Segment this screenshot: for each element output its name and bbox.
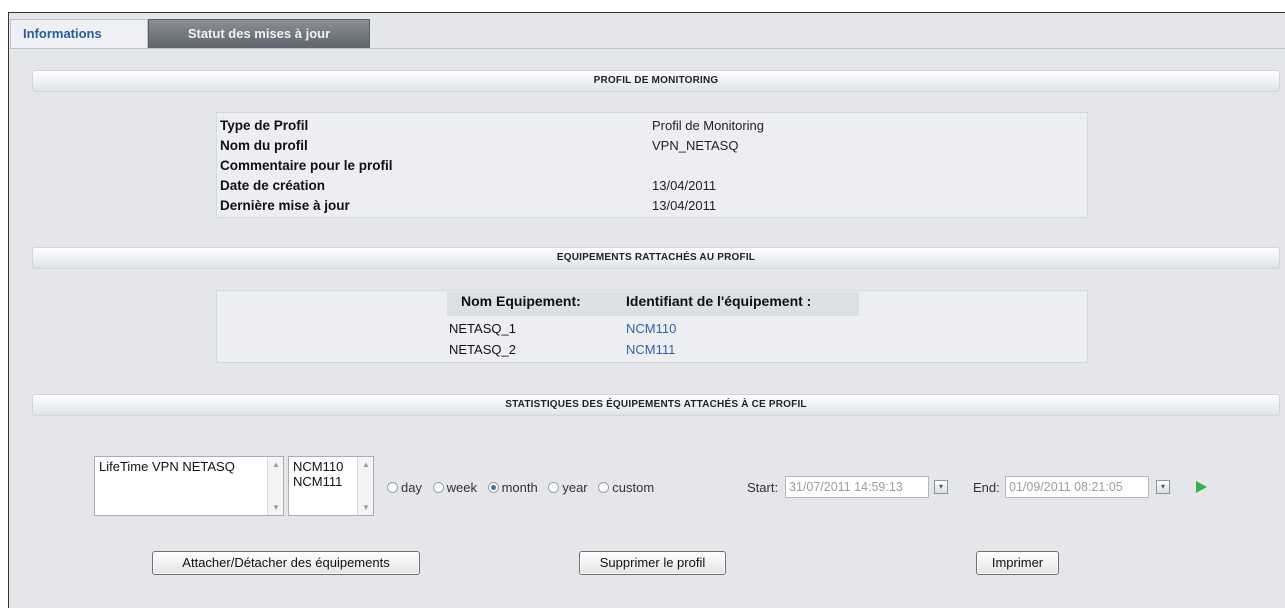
equipment-id-link[interactable]: NCM110 <box>626 321 676 336</box>
attach-detach-button[interactable]: Attacher/Détacher des équipements <box>152 551 420 575</box>
info-label: Commentaire pour le profil <box>220 158 393 173</box>
radio-day[interactable] <box>387 482 398 493</box>
info-value: 13/04/2011 <box>652 198 717 213</box>
graph-listbox[interactable]: LifeTime VPN NETASQ ▲ ▼ <box>94 456 284 516</box>
scroll-up-icon[interactable]: ▲ <box>272 460 280 469</box>
start-date-input[interactable]: 31/07/2011 14:59:13 <box>785 476 929 498</box>
tab-informations[interactable]: Informations <box>10 19 148 49</box>
col-header-identifiant: Identifiant de l'équipement : <box>626 293 812 309</box>
period-radio-group: day week month year custom <box>385 480 659 495</box>
end-calendar-icon[interactable]: ▾ <box>1156 480 1170 494</box>
end-label: End: <box>973 480 1000 495</box>
profile-info-box: Type de Profil Profil de Monitoring Nom … <box>216 112 1088 218</box>
info-row-derniere-maj: Dernière mise à jour 13/04/2011 <box>220 196 1080 216</box>
scroll-up-icon[interactable]: ▲ <box>362 460 370 469</box>
end-date-input[interactable]: 01/09/2011 08:21:05 <box>1005 476 1149 498</box>
radio-label-week[interactable]: week <box>447 480 477 495</box>
info-label: Dernière mise à jour <box>220 198 350 213</box>
graph-option[interactable]: LifeTime VPN NETASQ <box>95 457 283 474</box>
tab-divider <box>10 48 1285 49</box>
info-row-type: Type de Profil Profil de Monitoring <box>220 116 1080 136</box>
scroll-down-icon[interactable]: ▼ <box>272 503 280 512</box>
info-label: Nom du profil <box>220 138 308 153</box>
info-label: Date de création <box>220 178 326 193</box>
info-row-date-creation: Date de création 13/04/2011 <box>220 176 1080 196</box>
info-label: Type de Profil <box>220 118 309 133</box>
delete-profile-button[interactable]: Supprimer le profil <box>579 551 726 575</box>
equipment-id-link[interactable]: NCM111 <box>626 342 675 357</box>
start-calendar-icon[interactable]: ▾ <box>934 480 948 494</box>
start-label: Start: <box>747 480 779 495</box>
info-value: 13/04/2011 <box>652 178 717 193</box>
col-header-nom: Nom Equipement: <box>461 293 581 309</box>
radio-month[interactable] <box>487 482 499 493</box>
play-icon[interactable] <box>1196 481 1207 493</box>
radio-label-month[interactable]: month <box>502 480 538 495</box>
graph-listbox-scrollbar[interactable]: ▲ ▼ <box>267 457 283 515</box>
device-listbox-scrollbar[interactable]: ▲ ▼ <box>357 457 373 515</box>
print-button[interactable]: Imprimer <box>976 551 1059 575</box>
scroll-down-icon[interactable]: ▼ <box>362 503 370 512</box>
equipment-name: NETASQ_2 <box>449 342 516 357</box>
tab-statut-mises-a-jour[interactable]: Statut des mises à jour <box>148 19 370 49</box>
info-row-nom: Nom du profil VPN_NETASQ <box>220 136 1080 156</box>
info-value: Profil de Monitoring <box>652 118 764 133</box>
equipments-table: Nom Equipement: Identifiant de l'équipem… <box>216 290 1088 363</box>
device-listbox[interactable]: NCM110 NCM111 ▲ ▼ <box>288 456 374 516</box>
section-header-profil: PROFIL DE MONITORING <box>32 70 1280 92</box>
radio-week[interactable] <box>432 482 444 493</box>
info-value: VPN_NETASQ <box>652 138 739 153</box>
section-header-statistiques: STATISTIQUES DES ÉQUIPEMENTS ATTACHÉS À … <box>32 394 1280 416</box>
equipment-name: NETASQ_1 <box>449 321 516 336</box>
radio-year[interactable] <box>548 482 560 493</box>
radio-label-year[interactable]: year <box>562 480 587 495</box>
info-row-commentaire: Commentaire pour le profil <box>220 156 1080 176</box>
radio-label-custom[interactable]: custom <box>612 480 654 495</box>
radio-custom[interactable] <box>598 482 610 493</box>
radio-label-day[interactable]: day <box>401 480 422 495</box>
section-header-equipements: EQUIPEMENTS RATTACHÉS AU PROFIL <box>32 247 1280 269</box>
